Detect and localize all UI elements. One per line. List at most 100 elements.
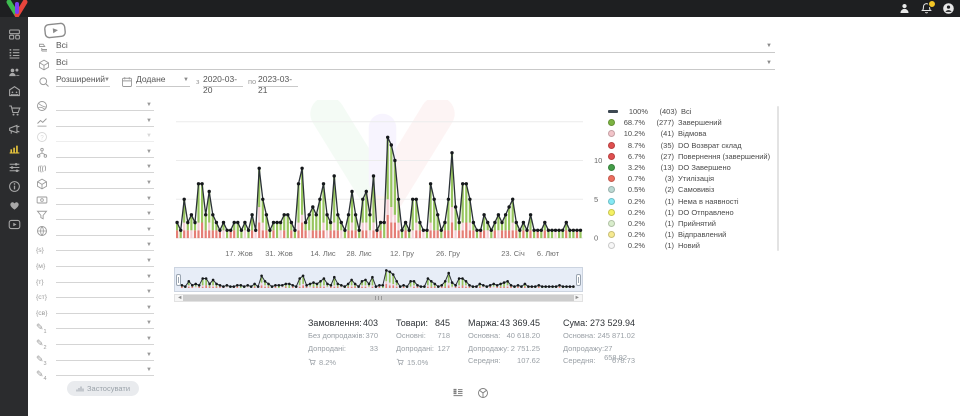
chevron-down-icon[interactable]: ▼	[146, 242, 152, 248]
legend-item[interactable]: 0.2%(1)DO Отправлено	[608, 207, 776, 218]
sidebar-item-warehouse[interactable]	[0, 82, 28, 101]
filter-row-sales-channel[interactable]: ▼	[36, 115, 154, 129]
var-m-input[interactable]	[56, 266, 154, 267]
custom-field-4-input[interactable]	[56, 375, 154, 376]
chevron-down-icon[interactable]: ▼	[146, 258, 152, 264]
filter-row-identity[interactable]: ▼	[36, 161, 154, 175]
sidebar-item-tutorials[interactable]	[0, 215, 28, 234]
identity-input[interactable]	[56, 172, 154, 173]
chevron-down-icon[interactable]: ▼	[104, 77, 110, 83]
custom-field-1-input[interactable]	[56, 328, 154, 329]
scrollbar-thumb[interactable]	[183, 295, 574, 301]
scroll-right-icon[interactable]: ►	[575, 295, 580, 301]
sidebar-item-orders[interactable]	[0, 44, 28, 63]
sidebar-item-info[interactable]	[0, 177, 28, 196]
chevron-down-icon[interactable]: ▼	[146, 289, 152, 295]
chevron-down-icon[interactable]: ▼	[146, 164, 152, 170]
chevron-down-icon[interactable]: ▼	[146, 211, 152, 217]
list-view-icon[interactable]	[452, 386, 464, 398]
region-input[interactable]	[56, 235, 154, 236]
payment-input[interactable]	[56, 204, 154, 205]
custom-field-2-input[interactable]	[56, 344, 154, 345]
chevron-down-icon[interactable]: ▼	[146, 102, 152, 108]
chevron-down-icon[interactable]: ▼	[146, 274, 152, 280]
help-filter-input[interactable]	[56, 141, 154, 142]
user-icon[interactable]	[898, 2, 911, 15]
legend-item[interactable]: 8.7%(35)DO Возврат склад	[608, 140, 776, 151]
chevron-down-icon[interactable]: ▼	[766, 60, 772, 66]
legend-item[interactable]: 0.2%(1)Новий	[608, 240, 776, 251]
date-from-input[interactable]: 2020-03-20	[203, 74, 243, 87]
sidebar-item-clients[interactable]	[0, 63, 28, 82]
sidebar-item-support[interactable]	[0, 196, 28, 215]
chevron-down-icon[interactable]: ▼	[146, 352, 152, 358]
filter-row-var-s[interactable]: {s}▼	[36, 239, 154, 253]
funnel-input[interactable]	[56, 219, 154, 220]
orders-chart-area[interactable]: 0510	[168, 98, 608, 246]
chevron-down-icon[interactable]: ▼	[146, 320, 152, 326]
filter-row-var-m[interactable]: {м}▼	[36, 255, 154, 269]
navigator-left-handle[interactable]	[176, 274, 181, 286]
legend-item[interactable]: 0.7%(3)Утилізація	[608, 173, 776, 184]
filter-row-custom-field-3[interactable]: ✎3▼	[36, 349, 154, 363]
var-s-input[interactable]	[56, 250, 154, 251]
chart-navigator[interactable]	[174, 267, 583, 292]
chevron-down-icon[interactable]: ▼	[146, 227, 152, 233]
legend-item[interactable]: 3.2%(13)DO Завершено	[608, 162, 776, 173]
chevron-down-icon[interactable]: ▼	[146, 336, 152, 342]
search-mode-select[interactable]: Розширений	[56, 74, 110, 87]
avatar[interactable]	[942, 2, 955, 15]
chevron-down-icon[interactable]: ▼	[146, 180, 152, 186]
product-view-icon[interactable]	[477, 386, 489, 398]
scroll-left-icon[interactable]: ◄	[177, 295, 182, 301]
chevron-down-icon[interactable]: ▼	[146, 305, 152, 311]
filter-row-var-ct[interactable]: {ст}▼	[36, 286, 154, 300]
chevron-down-icon[interactable]: ▼	[766, 43, 772, 49]
chevron-down-icon[interactable]: ▼	[146, 118, 152, 124]
app-logo-icon[interactable]	[5, 0, 29, 17]
legend-item[interactable]: 100%(403)Всі	[608, 106, 776, 117]
sidebar-item-dashboard[interactable]	[0, 25, 28, 44]
sidebar-item-settings[interactable]	[0, 158, 28, 177]
filter-row-region[interactable]: ▼	[36, 224, 154, 238]
legend-item[interactable]: 0.5%(2)Самовивіз	[608, 184, 776, 195]
legend-scrollbar[interactable]	[777, 106, 779, 251]
date-field-select[interactable]: Додане	[136, 74, 190, 87]
chevron-down-icon[interactable]: ▼	[183, 77, 189, 83]
sales-channel-input[interactable]	[56, 126, 154, 127]
product-filter-input[interactable]: Всі	[56, 57, 775, 70]
sidebar-item-statistics[interactable]	[0, 139, 28, 158]
var-ct-input[interactable]	[56, 297, 154, 298]
sidebar-item-purchases[interactable]	[0, 101, 28, 120]
chevron-down-icon[interactable]: ▼	[146, 133, 152, 139]
video-help-icon[interactable]	[43, 22, 66, 39]
legend-item[interactable]: 0.2%(1)Нема в наявності	[608, 196, 776, 207]
filter-row-product[interactable]: ▼	[36, 177, 154, 191]
sidebar-item-marketing[interactable]	[0, 120, 28, 139]
chevron-down-icon[interactable]: ▼	[146, 367, 152, 373]
notifications-bell-icon[interactable]	[920, 2, 933, 15]
filter-row-custom-field-1[interactable]: ✎1▼	[36, 317, 154, 331]
product-input[interactable]	[56, 188, 154, 189]
filter-row-custom-field-2[interactable]: ✎2▼	[36, 333, 154, 347]
legend-item[interactable]: 68.7%(277)Завершений	[608, 117, 776, 128]
filter-row-var-t[interactable]: {т}▼	[36, 271, 154, 285]
filter-row-custom-field-4[interactable]: ✎4▼	[36, 364, 154, 378]
source-input[interactable]	[56, 110, 154, 111]
legend-item[interactable]: 0.2%(1)Прийнятий	[608, 218, 776, 229]
var-cb-input[interactable]	[56, 313, 154, 314]
filter-row-var-cb[interactable]: {св}▼	[36, 302, 154, 316]
date-to-input[interactable]: 2023-03-21	[258, 74, 298, 87]
legend-item[interactable]: 0.2%(1)Відправлений	[608, 229, 776, 240]
filter-row-source[interactable]: ▼	[36, 99, 154, 113]
filter-row-payment[interactable]: ▼	[36, 193, 154, 207]
legend-item[interactable]: 10.2%(41)Відмова	[608, 128, 776, 139]
filter-row-help-filter[interactable]: ?▼	[36, 130, 154, 144]
legend-item[interactable]: 6.7%(27)Повернення (завершений)	[608, 151, 776, 162]
chevron-down-icon[interactable]: ▼	[146, 196, 152, 202]
filter-row-funnel[interactable]: ▼	[36, 208, 154, 222]
chart-scrollbar[interactable]: ◄ ►	[174, 294, 583, 302]
navigator-right-handle[interactable]	[576, 274, 581, 286]
apply-button[interactable]: Застосувати	[67, 381, 139, 396]
custom-field-3-input[interactable]	[56, 360, 154, 361]
